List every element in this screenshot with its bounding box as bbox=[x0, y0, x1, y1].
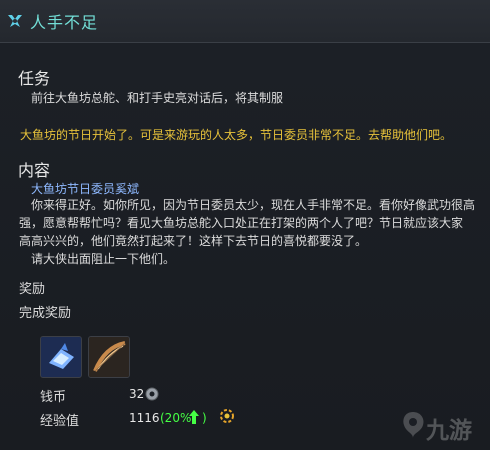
dialog-line: 强，愿意帮帮忙吗？看见大鱼坊总舵入口处正在打架的两个人了吧？节日就应该大家 bbox=[19, 216, 464, 230]
exp-value: 1116 bbox=[129, 411, 160, 425]
window-title: 人手不足 bbox=[30, 13, 99, 32]
exp-bonus: (20% bbox=[160, 411, 192, 425]
watermark-text: 九游 bbox=[426, 418, 472, 444]
dialog-line: 高高兴兴的，他们竟然打起来了！这样下去节日的喜悦都要没了。 bbox=[19, 234, 368, 248]
quest-intro: 大鱼坊的节日开始了。可是来游玩的人太多，节日委员非常不足。去帮助他们吧。 bbox=[20, 128, 453, 142]
quest-icon bbox=[8, 15, 22, 27]
bow-icon bbox=[89, 337, 129, 377]
dialog-line: 你来得正好。如你所见，因为节日委员太少，现在人手非常不足。看你好像武功很高 bbox=[31, 198, 476, 212]
reward-item-slot[interactable] bbox=[40, 336, 82, 378]
rewards-heading: 奖励 bbox=[19, 282, 46, 297]
coin-value: 32 bbox=[129, 387, 145, 401]
coin-icon bbox=[145, 387, 159, 401]
logo-icon bbox=[403, 412, 424, 438]
reward-item-slot[interactable] bbox=[88, 336, 130, 378]
coin-label: 钱币 bbox=[40, 390, 67, 405]
watermark-logo: 九游 bbox=[400, 406, 484, 444]
exp-label: 经验值 bbox=[40, 414, 80, 429]
dialog-line: 请大侠出面阻止一下他们。 bbox=[31, 252, 176, 266]
arrow-up-icon bbox=[189, 410, 199, 424]
title-bar: 人手不足 bbox=[0, 0, 490, 43]
task-objective: 前往大鱼坊总舵、和打手史亮对话后，将其制服 bbox=[31, 91, 284, 105]
content-heading: 内容 bbox=[18, 161, 51, 180]
quest-panel: 任务 前往大鱼坊总舵、和打手史亮对话后，将其制服 大鱼坊的节日开始了。可是来游玩… bbox=[0, 43, 490, 450]
crystal-icon bbox=[41, 337, 81, 377]
task-heading: 任务 bbox=[18, 69, 51, 88]
exp-bonus-close: ) bbox=[202, 411, 207, 425]
completion-rewards-heading: 完成奖励 bbox=[19, 306, 72, 321]
exp-boost-icon bbox=[220, 409, 234, 423]
